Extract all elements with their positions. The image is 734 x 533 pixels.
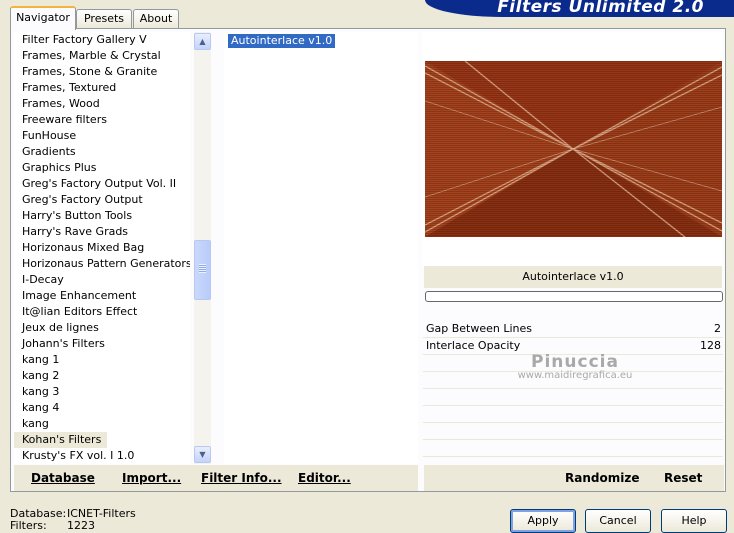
tab-navigator[interactable]: Navigator — [10, 6, 76, 30]
category-scrollbar[interactable]: ▲ ▼ — [194, 32, 211, 464]
category-list[interactable]: Filter Factory Gallery V Frames, Marble … — [14, 32, 190, 464]
scroll-thumb[interactable] — [194, 240, 211, 300]
category-item[interactable]: FunHouse — [14, 128, 190, 144]
grip-icon — [199, 264, 206, 273]
watermark: Pinuccia www.maidiregrafica.eu — [510, 352, 640, 381]
category-item[interactable]: Horizonaus Pattern Generators — [14, 256, 190, 272]
category-item[interactable]: kang 2 — [14, 368, 190, 384]
category-item[interactable]: kang 1 — [14, 352, 190, 368]
status-area: Database:ICNET-Filters Filters: 1223 — [10, 508, 136, 532]
watermark-name: Pinuccia — [531, 352, 619, 372]
category-item[interactable]: Johann's Filters — [14, 336, 190, 352]
param-row-empty — [423, 389, 723, 406]
filters-count: 1223 — [67, 519, 95, 532]
scroll-down-arrow-icon[interactable]: ▼ — [194, 446, 211, 463]
filter-item-selected[interactable]: Autointerlace v1.0 — [228, 34, 336, 48]
scroll-up-arrow-icon[interactable]: ▲ — [194, 33, 211, 50]
param-row-gap[interactable]: Gap Between Lines 2 — [423, 321, 723, 338]
randomize-button[interactable]: Randomize — [565, 471, 639, 485]
filters-label: Filters: — [10, 519, 47, 532]
parameter-list: Gap Between Lines 2 Interlace Opacity 12… — [423, 321, 723, 457]
database-button[interactable]: Database — [31, 471, 95, 485]
cancel-button[interactable]: Cancel — [585, 509, 651, 533]
category-item[interactable]: kang — [14, 416, 190, 432]
help-button[interactable]: Help — [661, 509, 727, 533]
category-item[interactable]: Freeware filters — [14, 112, 190, 128]
category-item-selected[interactable]: Kohan's Filters — [14, 432, 108, 448]
category-item[interactable]: Frames, Marble & Crystal — [14, 48, 190, 64]
tab-presets[interactable]: Presets — [76, 9, 132, 28]
category-item[interactable]: Greg's Factory Output — [14, 192, 190, 208]
category-item[interactable]: I-Decay — [14, 272, 190, 288]
category-item[interactable]: Harry's Button Tools — [14, 208, 190, 224]
category-item[interactable]: Greg's Factory Output Vol. II — [14, 176, 190, 192]
banner-title: Filters Unlimited 2.0 — [497, 0, 704, 17]
preview-image — [425, 61, 722, 237]
category-item[interactable]: Frames, Stone & Granite — [14, 64, 190, 80]
category-item[interactable]: Horizonaus Mixed Bag — [14, 240, 190, 256]
param-row-empty — [423, 423, 723, 440]
filter-title: Autointerlace v1.0 — [424, 266, 722, 288]
param-row-empty — [423, 406, 723, 423]
category-item[interactable]: Krusty's FX vol. I 1.0 — [14, 448, 190, 464]
app-banner: Filters Unlimited 2.0 — [425, 0, 734, 17]
filter-list[interactable]: Autointerlace v1.0 — [224, 32, 418, 464]
tab-about[interactable]: About — [133, 9, 179, 28]
category-item[interactable]: Gradients — [14, 144, 190, 160]
apply-button[interactable]: Apply — [510, 509, 576, 533]
category-item[interactable]: Jeux de lignes — [14, 320, 190, 336]
category-item[interactable]: Graphics Plus — [14, 160, 190, 176]
category-item[interactable]: It@lian Editors Effect — [14, 304, 190, 320]
editor-button[interactable]: Editor... — [298, 471, 351, 485]
category-item[interactable]: kang 3 — [14, 384, 190, 400]
param-value[interactable]: 128 — [700, 338, 721, 354]
category-item[interactable]: Filter Factory Gallery V — [14, 32, 190, 48]
reset-button[interactable]: Reset — [664, 471, 702, 485]
category-item[interactable]: Image Enhancement — [14, 288, 190, 304]
filter-toolbar: Randomize Reset — [424, 465, 724, 491]
param-row-empty — [423, 440, 723, 457]
param-name: Interlace Opacity — [426, 339, 521, 352]
filter-info-button[interactable]: Filter Info... — [201, 471, 282, 485]
category-item[interactable]: Frames, Textured — [14, 80, 190, 96]
import-button[interactable]: Import... — [122, 471, 181, 485]
progress-bar — [425, 291, 723, 302]
param-name: Gap Between Lines — [426, 322, 533, 335]
param-value[interactable]: 2 — [714, 321, 721, 337]
watermark-url: www.maidiregrafica.eu — [517, 370, 633, 381]
category-item[interactable]: kang 4 — [14, 400, 190, 416]
navigator-toolbar: Database Import... Filter Info... Editor… — [14, 465, 418, 491]
category-item[interactable]: Harry's Rave Grads — [14, 224, 190, 240]
category-item[interactable]: Frames, Wood — [14, 96, 190, 112]
